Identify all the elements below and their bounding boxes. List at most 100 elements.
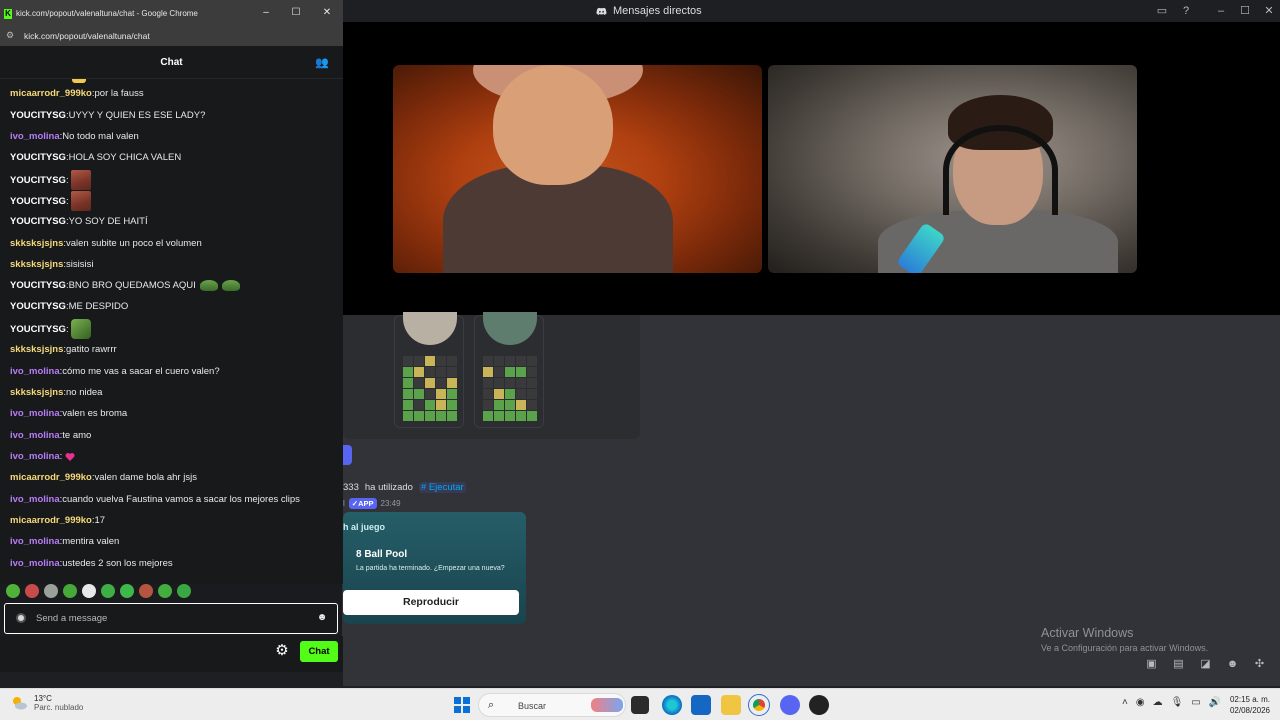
chat-username[interactable]: YOUCITYSG bbox=[10, 196, 66, 207]
chat-username[interactable]: ivo_molina bbox=[10, 131, 60, 142]
chat-username[interactable]: ivo_molina bbox=[10, 430, 60, 441]
network-icon[interactable]: ◉ bbox=[1136, 697, 1145, 708]
chat-message-list[interactable]: micaarrodr_999ko: por la fauss YOUCITYSG… bbox=[0, 79, 343, 584]
emote-icon[interactable] bbox=[6, 584, 20, 598]
chat-username[interactable]: ivo_molina bbox=[10, 408, 60, 419]
chat-username[interactable]: ivo_molina bbox=[10, 558, 60, 569]
message-input[interactable] bbox=[36, 611, 306, 626]
chat-username[interactable]: skksksjsjns bbox=[10, 238, 63, 249]
chat-message: ivo_molina: cómo me vas a sacar el cuero… bbox=[10, 366, 220, 377]
emote-icon[interactable] bbox=[139, 584, 153, 598]
start-button[interactable] bbox=[454, 697, 470, 713]
weather-temperature: 13°C bbox=[34, 694, 52, 703]
chat-message: YOUCITYSG: UYYY Y QUIEN ES ESE LADY? bbox=[10, 110, 205, 121]
chat-username[interactable]: micaarrodr_999ko bbox=[10, 472, 92, 483]
chat-username[interactable]: skksksjsjns bbox=[10, 259, 63, 270]
task-view-icon[interactable] bbox=[631, 696, 649, 714]
chat-input-box[interactable]: ☻ bbox=[4, 603, 338, 634]
user-badge-icon bbox=[16, 613, 26, 623]
gear-icon[interactable]: ⚙ bbox=[274, 643, 290, 659]
chat-username[interactable]: YOUCITYSG bbox=[10, 152, 66, 163]
chat-username[interactable]: skksksjsjns bbox=[10, 387, 63, 398]
gift-icon[interactable]: ▣ bbox=[1143, 657, 1160, 671]
discord-close-icon[interactable]: ✕ bbox=[1262, 4, 1276, 18]
users-icon[interactable]: 👥 bbox=[315, 56, 329, 70]
taskbar-search[interactable]: ⌕ Buscar bbox=[478, 693, 626, 717]
apps-icon[interactable]: ✣ bbox=[1251, 657, 1268, 671]
maximize-icon[interactable]: ☐ bbox=[288, 6, 304, 20]
discord-minimize-icon[interactable]: – bbox=[1214, 4, 1228, 18]
chat-username[interactable]: ivo_molina bbox=[10, 451, 60, 462]
file-explorer-icon[interactable] bbox=[721, 695, 741, 715]
emote-icon[interactable] bbox=[177, 584, 191, 598]
clock-time: 02:15 a. m. bbox=[1229, 695, 1270, 704]
discord-maximize-icon[interactable]: ☐ bbox=[1238, 4, 1252, 18]
onedrive-icon[interactable]: ☁ bbox=[1153, 697, 1163, 708]
chat-text: 17 bbox=[94, 515, 106, 526]
display-icon[interactable]: ▭ bbox=[1191, 697, 1200, 708]
command-user[interactable]: 333 bbox=[343, 482, 359, 493]
emote-icon[interactable] bbox=[63, 584, 77, 598]
store-icon[interactable] bbox=[691, 695, 711, 715]
chat-username[interactable]: YOUCITYSG bbox=[10, 216, 66, 227]
chat-text: YO SOY DE HAITÍ bbox=[68, 216, 148, 227]
volume-icon[interactable]: 🔊 bbox=[1209, 697, 1221, 708]
chat-username[interactable]: YOUCITYSG bbox=[10, 301, 66, 312]
app-user[interactable]: l bbox=[343, 499, 345, 508]
chrome-icon[interactable] bbox=[748, 694, 770, 716]
discord-app-icon[interactable] bbox=[780, 695, 800, 715]
inbox-icon[interactable]: ▭ bbox=[1155, 4, 1169, 18]
chat-text: ustedes 2 son los mejores bbox=[62, 558, 173, 569]
weather-description: Parc. nublado bbox=[34, 703, 84, 712]
sticker-icon[interactable]: ◪ bbox=[1197, 657, 1214, 671]
chat-text: valen dame bola ahr jsjs bbox=[94, 472, 197, 483]
emote-icon[interactable] bbox=[120, 584, 134, 598]
obs-icon[interactable] bbox=[809, 695, 829, 715]
chat-username[interactable]: YOUCITYSG bbox=[10, 280, 66, 291]
chat-username[interactable]: micaarrodr_999ko bbox=[10, 515, 92, 526]
chevron-up-icon[interactable]: ˄ bbox=[1122, 697, 1128, 708]
video-tile-participant-2[interactable] bbox=[768, 65, 1137, 273]
chat-username[interactable]: ivo_molina bbox=[10, 494, 60, 505]
video-tile-participant-1[interactable] bbox=[393, 65, 762, 273]
clock[interactable]: 02:15 a. m. 02/08/2026 bbox=[1224, 694, 1270, 716]
avatar[interactable] bbox=[403, 312, 457, 345]
emoji-picker-icon[interactable]: ☻ bbox=[316, 612, 328, 624]
microphone-icon[interactable]: 🎙 bbox=[1171, 697, 1184, 708]
close-icon[interactable]: ✕ bbox=[319, 6, 335, 20]
emote-icon[interactable] bbox=[158, 584, 172, 598]
wordle-grid bbox=[483, 356, 537, 421]
chat-text: gatito rawrrr bbox=[66, 344, 117, 355]
chat-text: valen subite un poco el volumen bbox=[66, 238, 202, 249]
play-again-button[interactable]: Reproducir bbox=[343, 590, 519, 615]
gif-icon[interactable]: ▤ bbox=[1170, 657, 1187, 671]
chat-message: skksksjsjns: valen subite un poco el vol… bbox=[10, 238, 202, 249]
emote-icon[interactable] bbox=[25, 584, 39, 598]
url-text[interactable]: kick.com/popout/valenaltuna/chat bbox=[24, 31, 150, 41]
help-icon[interactable]: ? bbox=[1179, 4, 1193, 18]
command-link[interactable]: # Ejecutar bbox=[418, 482, 466, 493]
chat-username[interactable]: ivo_molina bbox=[10, 536, 60, 547]
heart-icon bbox=[65, 452, 75, 461]
site-settings-icon[interactable]: ⚙ bbox=[6, 30, 14, 41]
url-bar[interactable]: ⚙ kick.com/popout/valenaltuna/chat bbox=[0, 27, 343, 46]
activate-windows-title: Activar Windows bbox=[1041, 626, 1134, 640]
chat-username[interactable]: YOUCITYSG bbox=[10, 110, 66, 121]
chat-message: YOUCITYSG: bbox=[10, 319, 91, 339]
chat-username[interactable]: YOUCITYSG bbox=[10, 175, 66, 186]
chat-username[interactable]: YOUCITYSG bbox=[10, 324, 66, 335]
avatar[interactable] bbox=[483, 312, 537, 345]
emote-icon[interactable] bbox=[101, 584, 115, 598]
chrome-titlebar[interactable]: K kick.com/popout/valenaltuna/chat - Goo… bbox=[0, 0, 343, 27]
send-chat-button[interactable]: Chat bbox=[300, 641, 338, 662]
emoji-icon[interactable]: ☻ bbox=[1224, 657, 1241, 671]
chat-username[interactable]: micaarrodr_999ko bbox=[10, 88, 92, 99]
edge-icon[interactable] bbox=[662, 695, 682, 715]
chat-username[interactable]: ivo_molina bbox=[10, 366, 60, 377]
chat-username[interactable]: skksksjsjns bbox=[10, 344, 63, 355]
emote-icon[interactable] bbox=[82, 584, 96, 598]
minimize-icon[interactable]: – bbox=[258, 6, 274, 20]
emote-icon[interactable] bbox=[44, 584, 58, 598]
weather-widget[interactable]: 13°C Parc. nublado bbox=[10, 694, 83, 712]
wordle-results-card bbox=[343, 312, 640, 439]
